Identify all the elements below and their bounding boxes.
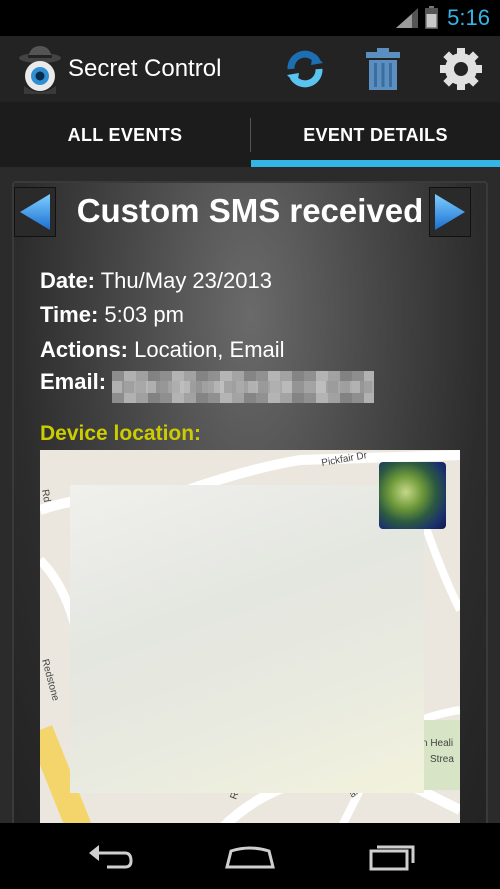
tab-selected-indicator xyxy=(251,160,500,167)
recent-apps-icon xyxy=(369,845,415,871)
refresh-button[interactable] xyxy=(280,44,330,94)
recent-apps-button[interactable] xyxy=(360,838,420,874)
signal-icon xyxy=(396,8,418,28)
date-row: Date: Thu/May 23/2013 xyxy=(40,268,272,294)
tab-all-events[interactable]: ALL EVENTS xyxy=(0,102,250,168)
arrow-right-icon xyxy=(435,194,465,230)
actions-value: Location, Email xyxy=(134,337,285,362)
refresh-icon xyxy=(287,50,323,88)
delete-button[interactable] xyxy=(358,44,408,94)
tab-event-details[interactable]: EVENT DETAILS xyxy=(251,102,500,168)
back-icon xyxy=(89,845,133,869)
actions-row: Actions: Location, Email xyxy=(40,337,285,363)
date-label: Date: xyxy=(40,268,96,293)
arrow-left-icon xyxy=(20,194,50,230)
app-title: Secret Control xyxy=(68,55,222,82)
home-icon xyxy=(225,846,275,869)
email-label: Email: xyxy=(40,369,107,394)
status-bar: 5:16 xyxy=(0,0,500,36)
previous-event-button[interactable] xyxy=(14,187,56,237)
home-button[interactable] xyxy=(220,838,280,874)
gear-icon xyxy=(440,48,482,90)
date-value: Thu/May 23/2013 xyxy=(100,268,272,293)
tab-bar: ALL EVENTS EVENT DETAILS xyxy=(0,102,500,168)
next-event-button[interactable] xyxy=(429,187,471,237)
event-title: Custom SMS received xyxy=(76,192,424,229)
trash-icon xyxy=(366,48,400,90)
map-redaction-overlay xyxy=(70,485,424,793)
back-button[interactable] xyxy=(80,838,140,874)
street-label: Strea xyxy=(430,754,454,765)
time-value: 5:03 pm xyxy=(104,302,184,327)
battery-icon xyxy=(425,6,438,29)
settings-button[interactable] xyxy=(436,44,486,94)
street-label: n Heali xyxy=(422,738,453,749)
email-row: Email: xyxy=(40,369,106,395)
time-label: Time: xyxy=(40,302,99,327)
device-location-label: Device location: xyxy=(40,422,202,445)
system-nav-bar xyxy=(0,823,500,889)
map-thumbnail-image[interactable] xyxy=(379,462,446,529)
street-label: Rd xyxy=(40,489,52,504)
email-value-redacted xyxy=(112,371,374,403)
clock: 5:16 xyxy=(447,5,490,30)
time-row: Time: 5:03 pm xyxy=(40,302,184,328)
actions-label: Actions: xyxy=(40,337,128,362)
spy-eye-logo-icon[interactable] xyxy=(18,44,62,94)
action-bar: Secret Control xyxy=(0,36,500,102)
